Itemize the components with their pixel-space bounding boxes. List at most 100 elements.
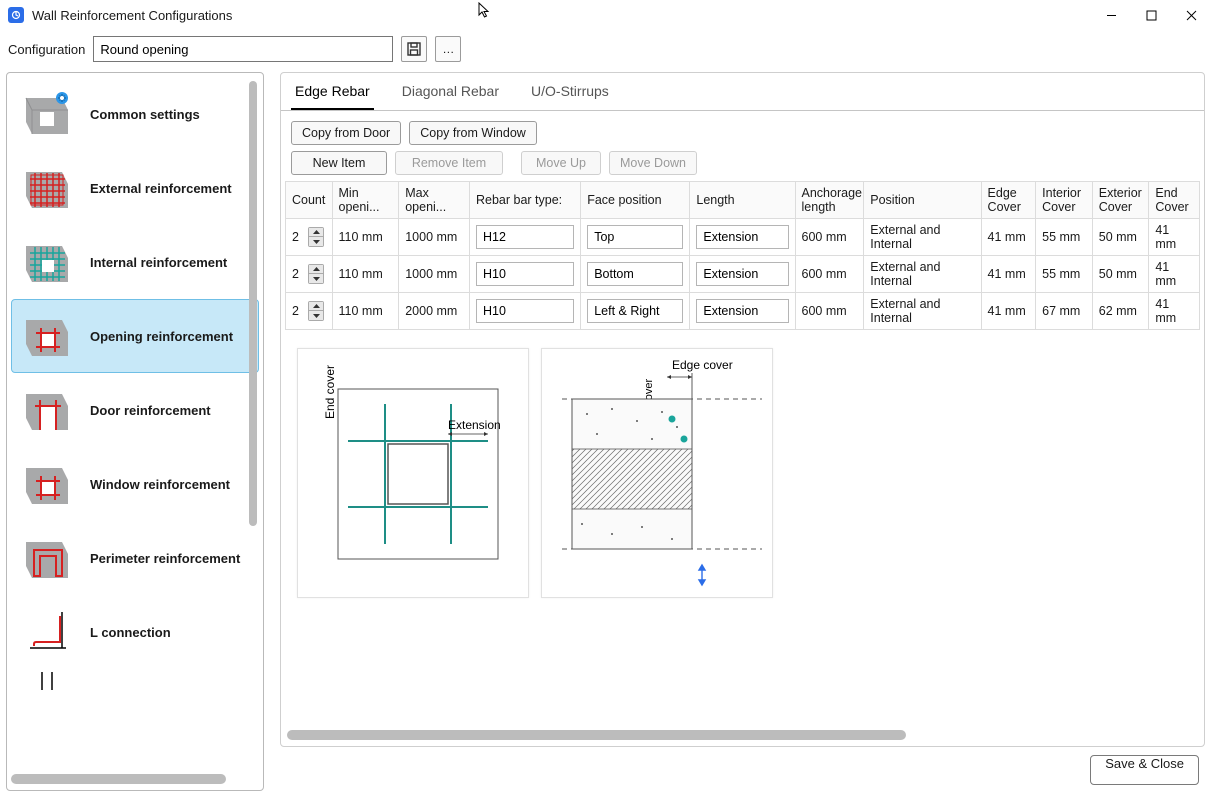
face-input[interactable] <box>587 299 683 323</box>
toolbar-2: New Item Remove Item Move Up Move Down <box>281 151 1204 181</box>
sidebar-item-opening[interactable]: Opening reinforcement <box>11 299 259 373</box>
cell-anch[interactable]: 600 mm <box>795 256 864 293</box>
cell-edge[interactable]: 41 mm <box>981 219 1036 256</box>
tab-uo-stirrups[interactable]: U/O-Stirrups <box>527 73 613 110</box>
cell-pos[interactable]: External and Internal <box>864 293 981 330</box>
count-spinner[interactable]: 2 <box>292 264 324 284</box>
th-min[interactable]: Min openi... <box>332 182 399 219</box>
th-pos[interactable]: Position <box>864 182 981 219</box>
cell-pos[interactable]: External and Internal <box>864 219 981 256</box>
content-h-scrollbar[interactable] <box>287 728 1198 742</box>
face-input[interactable] <box>587 225 683 249</box>
length-input[interactable] <box>696 262 788 286</box>
copy-from-window-button[interactable]: Copy from Window <box>409 121 537 145</box>
table-row[interactable]: 2 110 mm1000 mm 600 mmExternal and Interna… <box>286 219 1200 256</box>
table-row[interactable]: 2 110 mm1000 mm 600 mmExternal and Interna… <box>286 256 1200 293</box>
sidebar-item-window[interactable]: Window reinforcement <box>11 447 259 521</box>
length-input[interactable] <box>696 225 788 249</box>
spin-up[interactable] <box>309 265 323 274</box>
svg-text:Edge cover: Edge cover <box>672 358 733 372</box>
cell-anch[interactable]: 600 mm <box>795 219 864 256</box>
count-spinner[interactable]: 2 <box>292 227 324 247</box>
sidebar-item-partial[interactable] <box>11 669 259 693</box>
sidebar-item-common-settings[interactable]: Common settings <box>11 77 259 151</box>
cell-edge[interactable]: 41 mm <box>981 293 1036 330</box>
th-len[interactable]: Length <box>690 182 795 219</box>
sidebar-item-label: Internal reinforcement <box>90 255 227 270</box>
th-int[interactable]: Interior Cover <box>1036 182 1093 219</box>
th-ext[interactable]: Exterior Cover <box>1092 182 1149 219</box>
rebar-input[interactable] <box>476 225 574 249</box>
cell-end[interactable]: 41 mm <box>1149 256 1200 293</box>
face-input[interactable] <box>587 262 683 286</box>
config-row: Configuration … <box>0 30 1215 72</box>
spin-down[interactable] <box>309 311 323 320</box>
sidebar-item-perimeter[interactable]: Perimeter reinforcement <box>11 521 259 595</box>
sidebar-item-internal[interactable]: Internal reinforcement <box>11 225 259 299</box>
sidebar-item-l-connection[interactable]: L connection <box>11 595 259 669</box>
th-end[interactable]: End Cover <box>1149 182 1200 219</box>
sidebar-item-label: Common settings <box>90 107 200 122</box>
spin-up[interactable] <box>309 228 323 237</box>
save-icon-button[interactable] <box>401 36 427 62</box>
sidebar-item-external[interactable]: External reinforcement <box>11 151 259 225</box>
th-edge[interactable]: Edge Cover <box>981 182 1036 219</box>
cell-max[interactable]: 2000 mm <box>399 293 470 330</box>
tab-edge-rebar[interactable]: Edge Rebar <box>291 73 374 110</box>
sidebar-item-label: Window reinforcement <box>90 477 230 492</box>
cell-int[interactable]: 55 mm <box>1036 256 1093 293</box>
new-item-button[interactable]: New Item <box>291 151 387 175</box>
table-row[interactable]: 2 110 mm2000 mm 600 mmExternal and Interna… <box>286 293 1200 330</box>
count-spinner[interactable]: 2 <box>292 301 324 321</box>
spin-up[interactable] <box>309 302 323 311</box>
internal-reinforcement-icon <box>18 234 74 290</box>
sidebar-scrollbar[interactable] <box>249 81 257 526</box>
copy-from-door-button[interactable]: Copy from Door <box>291 121 401 145</box>
remove-item-button[interactable]: Remove Item <box>395 151 503 175</box>
th-face[interactable]: Face position <box>581 182 690 219</box>
config-input[interactable] <box>93 36 393 62</box>
cell-pos[interactable]: External and Internal <box>864 256 981 293</box>
save-close-button[interactable]: Save & Close <box>1090 755 1199 785</box>
cell-min[interactable]: 110 mm <box>332 219 399 256</box>
maximize-button[interactable] <box>1131 1 1171 29</box>
th-count[interactable]: Count <box>286 182 333 219</box>
cell-min[interactable]: 110 mm <box>332 293 399 330</box>
sidebar-item-label: External reinforcement <box>90 181 232 196</box>
move-down-button[interactable]: Move Down <box>609 151 697 175</box>
cell-ext[interactable]: 50 mm <box>1092 256 1149 293</box>
spin-down[interactable] <box>309 237 323 246</box>
external-reinforcement-icon <box>18 160 74 216</box>
minimize-button[interactable] <box>1091 1 1131 29</box>
length-input[interactable] <box>696 299 788 323</box>
close-button[interactable] <box>1171 1 1211 29</box>
cell-end[interactable]: 41 mm <box>1149 293 1200 330</box>
cell-end[interactable]: 41 mm <box>1149 219 1200 256</box>
more-icon-button[interactable]: … <box>435 36 461 62</box>
window-reinforcement-icon <box>18 456 74 512</box>
th-anch[interactable]: Anchorage length <box>795 182 864 219</box>
th-rebar[interactable]: Rebar bar type: <box>469 182 580 219</box>
svg-text:End cover: End cover <box>323 365 337 419</box>
sidebar-h-scrollbar[interactable] <box>11 772 259 786</box>
tab-diagonal-rebar[interactable]: Diagonal Rebar <box>398 73 503 110</box>
sidebar-item-door[interactable]: Door reinforcement <box>11 373 259 447</box>
cell-ext[interactable]: 50 mm <box>1092 219 1149 256</box>
spin-down[interactable] <box>309 274 323 283</box>
cell-ext[interactable]: 62 mm <box>1092 293 1149 330</box>
cell-edge[interactable]: 41 mm <box>981 256 1036 293</box>
window-title: Wall Reinforcement Configurations <box>32 8 232 23</box>
cell-int[interactable]: 67 mm <box>1036 293 1093 330</box>
th-max[interactable]: Max openi... <box>399 182 470 219</box>
cell-max[interactable]: 1000 mm <box>399 256 470 293</box>
toolbar-1: Copy from Door Copy from Window <box>281 111 1204 151</box>
rebar-input[interactable] <box>476 299 574 323</box>
diagram-section: Edge cover Int cover Ext cover <box>541 348 773 598</box>
rebar-input[interactable] <box>476 262 574 286</box>
cell-int[interactable]: 55 mm <box>1036 219 1093 256</box>
l-connection-icon <box>18 604 74 660</box>
cell-min[interactable]: 110 mm <box>332 256 399 293</box>
cell-max[interactable]: 1000 mm <box>399 219 470 256</box>
move-up-button[interactable]: Move Up <box>521 151 601 175</box>
cell-anch[interactable]: 600 mm <box>795 293 864 330</box>
